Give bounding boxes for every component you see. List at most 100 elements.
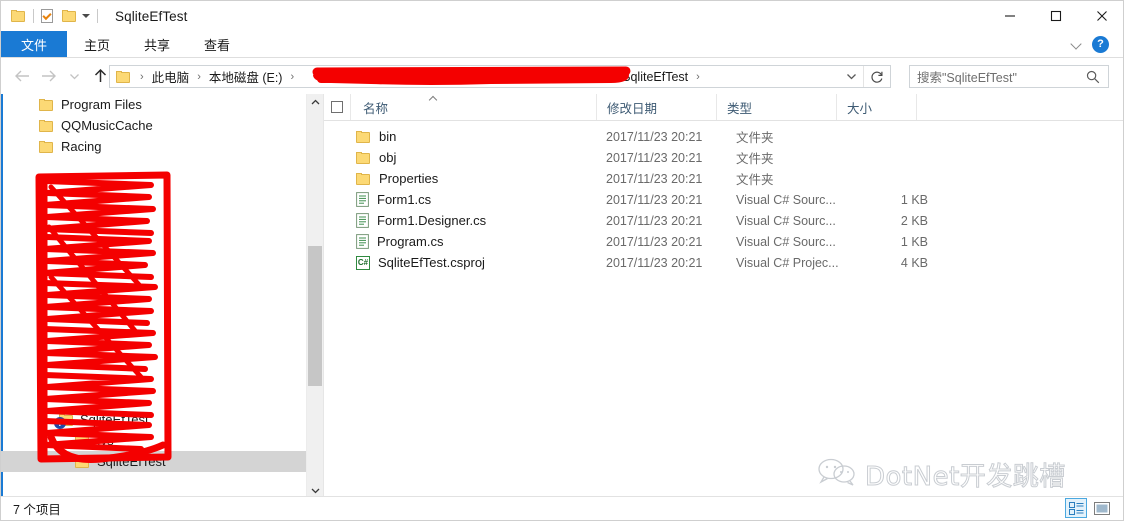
tree-item-hidden-1[interactable] — [1, 157, 306, 178]
file-name: SqliteEfTest.csproj — [378, 255, 485, 270]
column-label: 修改日期 — [607, 101, 658, 116]
details-view-button[interactable] — [1065, 498, 1087, 518]
folder-icon — [39, 119, 54, 132]
tree-item-label: SqliteEfTest — [97, 454, 166, 469]
view-mode-buttons — [1065, 498, 1113, 518]
folder-icon[interactable] — [11, 10, 26, 22]
file-date: 2017/11/23 20:21 — [606, 192, 703, 207]
file-size: 1 KB — [900, 234, 928, 249]
column-header-spacer — [916, 94, 1123, 120]
tab-share[interactable]: 共享 — [127, 31, 187, 57]
csharp-project-icon: C# — [356, 255, 370, 270]
minimize-button[interactable] — [987, 1, 1033, 31]
breadcrumb-local-disk[interactable]: 本地磁盘 (E:) — [207, 67, 285, 86]
breadcrumb-this-pc[interactable]: 此电脑 — [150, 67, 192, 86]
folder-icon — [39, 140, 54, 153]
tree-item-hidden-5[interactable] — [1, 241, 306, 262]
column-header-type[interactable]: 类型 — [716, 94, 836, 120]
table-row[interactable]: bin 2017/11/23 20:21 文件夹 — [324, 126, 1123, 147]
folder-icon-with-badge: ? — [54, 413, 73, 429]
customize-caret-icon[interactable] — [82, 14, 90, 18]
navigation-scrollbar[interactable] — [306, 94, 323, 499]
help-button[interactable]: ? — [1092, 35, 1109, 53]
tree-item-racing[interactable]: Racing — [1, 136, 306, 157]
file-size: 2 KB — [900, 213, 928, 228]
file-type: 文件夹 — [736, 173, 774, 187]
large-icons-view-button[interactable] — [1091, 498, 1113, 518]
tree-item-hidden-3[interactable] — [1, 199, 306, 220]
file-name: Form1.Designer.cs — [377, 213, 487, 228]
file-type: 文件夹 — [736, 131, 774, 145]
source-file-icon — [356, 213, 369, 228]
toolbar-divider — [33, 9, 34, 23]
title-bar: SqliteEfTest — [1, 1, 1123, 31]
tree-item-hidden-11[interactable] — [1, 367, 306, 388]
table-row[interactable]: Program.cs 2017/11/23 20:21 Visual C# So… — [324, 231, 1123, 252]
tab-file[interactable]: 文件 — [1, 31, 68, 57]
back-button[interactable] — [9, 63, 35, 89]
forward-button[interactable] — [35, 63, 61, 89]
tree-item-hidden-10[interactable] — [1, 346, 306, 367]
table-row[interactable]: Form1.cs 2017/11/23 20:21 Visual C# Sour… — [324, 189, 1123, 210]
tree-item-hidden-4[interactable] — [1, 220, 306, 241]
tree-item-hidden-12[interactable] — [1, 388, 306, 409]
file-date: 2017/11/23 20:21 — [606, 234, 703, 249]
table-row[interactable]: Form1.Designer.cs 2017/11/23 20:21 Visua… — [324, 210, 1123, 231]
question-badge-icon: ? — [54, 416, 66, 429]
chevron-down-icon[interactable] — [1072, 39, 1082, 49]
tree-item-vs[interactable]: .vs — [1, 430, 306, 451]
navigation-pane: Program Files QQMusicCache Racing ? Sqli… — [1, 94, 324, 499]
table-row[interactable]: Properties 2017/11/23 20:21 文件夹 — [324, 168, 1123, 189]
close-button[interactable] — [1079, 1, 1123, 31]
refresh-icon[interactable] — [863, 66, 890, 87]
column-header-size[interactable]: 大小 — [836, 94, 916, 120]
tree-item-hidden-9[interactable] — [1, 325, 306, 346]
table-row[interactable]: obj 2017/11/23 20:21 文件夹 — [324, 147, 1123, 168]
breadcrumb-separator: › — [696, 70, 700, 83]
folder-icon — [356, 151, 371, 164]
file-type: Visual C# Sourc... — [736, 192, 836, 207]
file-explorer-window: SqliteEfTest 文件 主页 共享 查看 ? › 此电脑 › 本地磁盘 … — [0, 0, 1124, 521]
address-dropdown-icon[interactable] — [839, 66, 863, 87]
file-date: 2017/11/23 20:21 — [606, 129, 703, 144]
table-row[interactable]: C# SqliteEfTest.csproj 2017/11/23 20:21 … — [324, 252, 1123, 273]
file-date: 2017/11/23 20:21 — [606, 255, 703, 270]
item-count: 7 个项目 — [13, 503, 61, 517]
search-box[interactable]: 搜索"SqliteEfTest" — [909, 65, 1109, 88]
tree-item-program-files[interactable]: Program Files — [1, 94, 306, 115]
column-header-name[interactable]: 名称 — [350, 94, 596, 120]
file-type: Visual C# Projec... — [736, 255, 839, 270]
tree-item-sqliteeftest-solution[interactable]: ? SqliteEfTest — [1, 409, 306, 430]
breadcrumb-current-folder[interactable]: SqliteEfTest — [620, 70, 690, 84]
tree-item-label: .vs — [97, 433, 114, 448]
properties-icon[interactable] — [41, 8, 54, 24]
maximize-button[interactable] — [1033, 1, 1079, 31]
sort-asc-caret-icon — [430, 94, 437, 101]
column-header-date[interactable]: 修改日期 — [596, 94, 716, 120]
tab-view[interactable]: 查看 — [187, 31, 247, 57]
tree-item-hidden-6[interactable] — [1, 262, 306, 283]
search-icon[interactable] — [1086, 70, 1108, 84]
tab-home[interactable]: 主页 — [67, 31, 127, 57]
tree-item-hidden-7[interactable] — [1, 283, 306, 304]
recent-locations-button[interactable] — [61, 63, 87, 89]
tree-item-label: QQMusicCache — [61, 118, 153, 133]
new-folder-icon[interactable] — [62, 10, 77, 22]
tree-item-label: Program Files — [61, 97, 142, 112]
tree-item-hidden-2[interactable] — [1, 178, 306, 199]
chevron-up-icon[interactable] — [307, 94, 323, 111]
address-bar[interactable]: › 此电脑 › 本地磁盘 (E:) › SqliteEfTest › — [109, 65, 891, 88]
file-size: 1 KB — [900, 192, 928, 207]
file-type: 文件夹 — [736, 152, 774, 166]
file-type: Visual C# Sourc... — [736, 213, 836, 228]
file-list: bin 2017/11/23 20:21 文件夹 obj 2017/11/23 … — [324, 121, 1123, 273]
search-input[interactable]: 搜索"SqliteEfTest" — [910, 67, 1086, 86]
scrollbar-thumb[interactable] — [308, 246, 322, 386]
file-size: 4 KB — [900, 255, 928, 270]
tree-item-qqmusiccache[interactable]: QQMusicCache — [1, 115, 306, 136]
tree-item-sqliteeftest-project[interactable]: SqliteEfTest — [1, 451, 306, 472]
tree-item-hidden-8[interactable] — [1, 304, 306, 325]
source-file-icon — [356, 234, 369, 249]
breadcrumb-separator: › — [197, 70, 201, 83]
select-all-checkbox[interactable] — [324, 94, 350, 120]
